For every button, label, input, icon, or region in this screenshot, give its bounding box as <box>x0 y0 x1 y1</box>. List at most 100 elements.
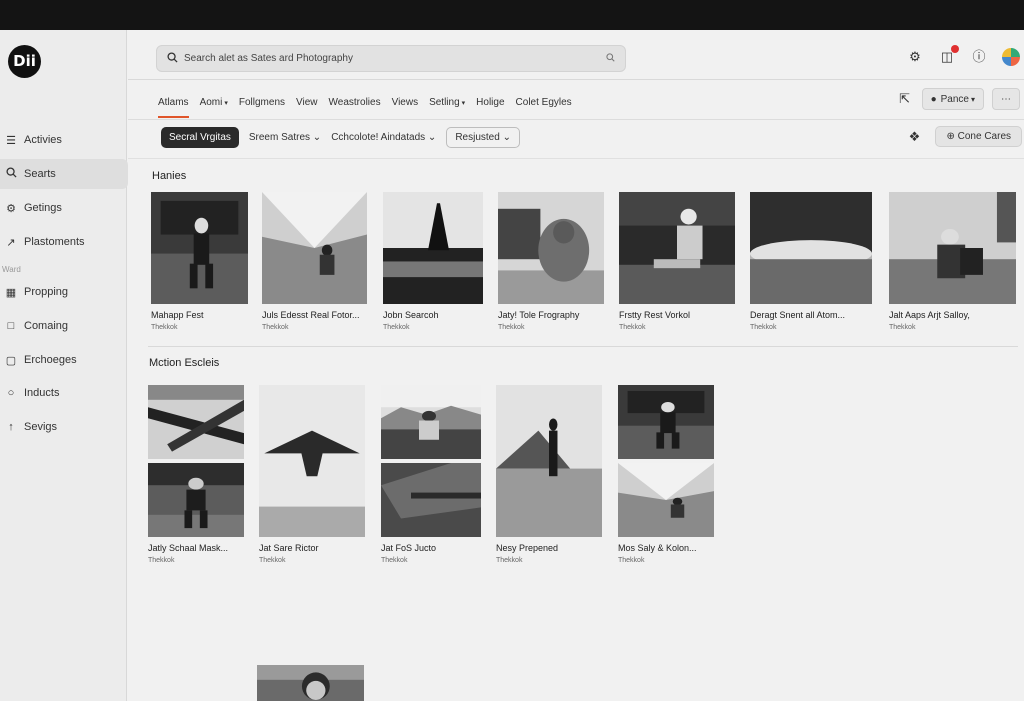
chevron-down-icon: ⌄ <box>312 132 322 143</box>
sidebar-item-activies[interactable]: ☰ Activies <box>0 125 127 155</box>
more-icon: ⋯ <box>1001 93 1011 105</box>
photo-card[interactable]: Frstty Rest Vorkol Thekkok <box>619 192 735 344</box>
settings-icon: ⚙ <box>6 202 16 215</box>
tab-setling[interactable]: Setling ▾ <box>429 91 465 114</box>
cone-cares-button[interactable]: ⊕ Cone Cares <box>935 126 1022 147</box>
photo-thumbnail <box>619 192 735 304</box>
chat-icon: □ <box>7 320 15 332</box>
tab-aomi[interactable]: Aomi ▾ <box>200 91 228 114</box>
photo-card[interactable]: Jalt Aaps Arjt Salloy, Thekkok <box>889 192 1016 344</box>
sidebar-item-label: Plastoments <box>24 236 85 248</box>
export-icon[interactable]: ⇱ <box>896 90 914 108</box>
sidebar-item-comaing[interactable]: □ Comaing <box>0 311 127 341</box>
photo-card-title: Jobn Searcoh <box>383 310 439 320</box>
tab-holige[interactable]: Holige <box>476 91 504 114</box>
photo-card[interactable]: Juls Edesst Real Fotor... Thekkok <box>262 192 367 344</box>
sidebar-item-inducts[interactable]: ○ Inducts <box>0 378 127 408</box>
more-options-button[interactable]: ⋯ <box>992 88 1020 110</box>
sidebar-item-propping[interactable]: ▦ Propping <box>0 277 127 307</box>
photo-thumbnail <box>148 385 244 459</box>
main-content: Search alet as Sates ard Photography ⚙ ◫… <box>128 30 1024 701</box>
photo-card[interactable]: Nesy Prepened Thekkok <box>496 385 602 577</box>
filter-divider <box>128 158 1024 159</box>
photo-card-rating: Thekkok <box>383 324 410 331</box>
header-divider <box>128 79 1024 80</box>
photo-thumbnail <box>383 192 483 304</box>
tab-views[interactable]: Views <box>392 91 419 114</box>
sidebar-item-searts[interactable]: Searts <box>0 159 128 189</box>
photo-card-title: Nesy Prepened <box>496 543 559 553</box>
photo-thumbnail <box>262 192 367 304</box>
app-window: Dii ☰ Activies Searts ⚙ Getings ↗ Plasto… <box>0 30 1024 701</box>
sidebar-item-label: Sevigs <box>24 421 58 433</box>
filter-chip-outlined[interactable]: Resjusted ⌄ <box>446 127 520 148</box>
main-nav: Atlams Aomi ▾ Follgmens View Weastrolies Views… <box>158 88 572 118</box>
chevron-down-icon: ⌄ <box>502 132 511 143</box>
photo-card-rating: Thekkok <box>619 324 646 331</box>
pin-icon: ↑ <box>8 421 14 433</box>
avatar[interactable] <box>1002 48 1020 66</box>
sidebar: Dii ☰ Activies Searts ⚙ Getings ↗ Plasto… <box>0 30 128 701</box>
user-icon: ● <box>930 93 937 105</box>
photo-card-title: Mos Saly & Kolon... <box>618 543 697 553</box>
photo-card[interactable]: Jatly Schaal Mask... Thekkok <box>148 385 244 577</box>
photo-card-title: Jatly Schaal Mask... <box>148 543 229 553</box>
calendar-icon: ▦ <box>5 286 17 299</box>
photo-thumbnail <box>496 385 602 537</box>
photo-card[interactable]: Mos Saly & Kolon... Thekkok <box>618 385 714 577</box>
photo-card-title: Frstty Rest Vorkol <box>619 310 691 320</box>
photo-card-rating: Thekkok <box>262 324 289 331</box>
filter-chip-dropdown[interactable]: Cchcolote! Aindatads ⌄ <box>331 132 436 143</box>
photo-card-title: Jaty! Tole Frography <box>498 310 580 320</box>
tab-atlams[interactable]: Atlams <box>158 91 189 118</box>
photo-card-title: Jat FoS Jucto <box>381 543 437 553</box>
photo-card[interactable]: Jaty! Tole Frography Thekkok <box>498 192 604 344</box>
cone-cares-label: Cone Cares <box>957 131 1011 142</box>
photo-thumbnail <box>381 463 481 537</box>
sparkle-icon[interactable]: ❖ <box>905 128 923 146</box>
photo-card-partial[interactable] <box>257 665 364 701</box>
photo-card[interactable]: Jat FoS Jucto Thekkok <box>381 385 481 577</box>
nav-divider <box>128 119 1024 120</box>
sidebar-item-label: Erchoeges <box>24 354 77 366</box>
list-icon: ☰ <box>6 134 16 147</box>
tab-view[interactable]: View <box>296 91 318 114</box>
photo-card-rating: Thekkok <box>151 324 178 331</box>
tab-colet-egyles[interactable]: Colet Egyles <box>516 91 572 114</box>
top-toolbar: ⚙ ◫ ⓘ <box>906 45 1020 66</box>
sidebar-item-erchoeges[interactable]: ▢ Erchoeges <box>0 345 127 375</box>
sidebar-item-plastoments[interactable]: ↗ Plastoments <box>0 227 127 257</box>
photo-card[interactable]: Mahapp Fest Thekkok <box>151 192 248 344</box>
photo-card-title: Jat Sare Rictor <box>259 543 319 553</box>
filter-bar: Secral Vrgitas Sreem Satres ⌄ Cchcolote!… <box>161 127 520 148</box>
pance-dropdown-label: Pance <box>940 93 969 105</box>
photo-card-title: Juls Edesst Real Fotor... <box>262 310 360 320</box>
pance-dropdown[interactable]: ● Pance ▾ <box>921 88 984 110</box>
photo-thumbnail <box>151 192 248 304</box>
sidebar-item-sevigs[interactable]: ↑ Sevigs <box>0 412 127 442</box>
info-icon[interactable]: ⓘ <box>970 48 988 66</box>
photo-card-rating: Thekkok <box>498 324 525 331</box>
sidebar-item-label: Getings <box>24 202 62 214</box>
search-input[interactable]: Search alet as Sates ard Photography <box>184 53 606 64</box>
photo-card[interactable]: Deragt Snent all Atom... Thekkok <box>750 192 872 344</box>
chevron-down-icon: ▾ <box>224 99 228 107</box>
sidebar-item-label: Inducts <box>24 387 60 399</box>
photo-thumbnail <box>618 385 714 459</box>
search-submit-icon[interactable] <box>606 53 615 64</box>
photo-card-rating: Thekkok <box>889 324 916 331</box>
gear-icon[interactable]: ⚙ <box>906 48 924 66</box>
sidebar-item-getings[interactable]: ⚙ Getings <box>0 193 127 223</box>
app-logo[interactable]: Dii <box>8 45 41 78</box>
notifications-icon[interactable]: ◫ <box>938 45 959 66</box>
search-bar[interactable]: Search alet as Sates ard Photography <box>156 45 626 72</box>
section-divider <box>148 346 1018 347</box>
nav-right-tools: ⇱ ● Pance ▾ ⋯ <box>896 88 1020 110</box>
photo-card[interactable]: Jat Sare Rictor Thekkok <box>259 385 365 577</box>
tab-follgmens[interactable]: Follgmens <box>239 91 285 114</box>
tab-weastrolies[interactable]: Weastrolies <box>329 91 381 114</box>
filter-chip-active[interactable]: Secral Vrgitas <box>161 127 239 148</box>
photo-card[interactable]: Jobn Searcoh Thekkok <box>383 192 483 344</box>
filter-chip-dropdown[interactable]: Sreem Satres ⌄ <box>249 132 321 143</box>
photo-card-rating: Thekkok <box>496 557 523 564</box>
